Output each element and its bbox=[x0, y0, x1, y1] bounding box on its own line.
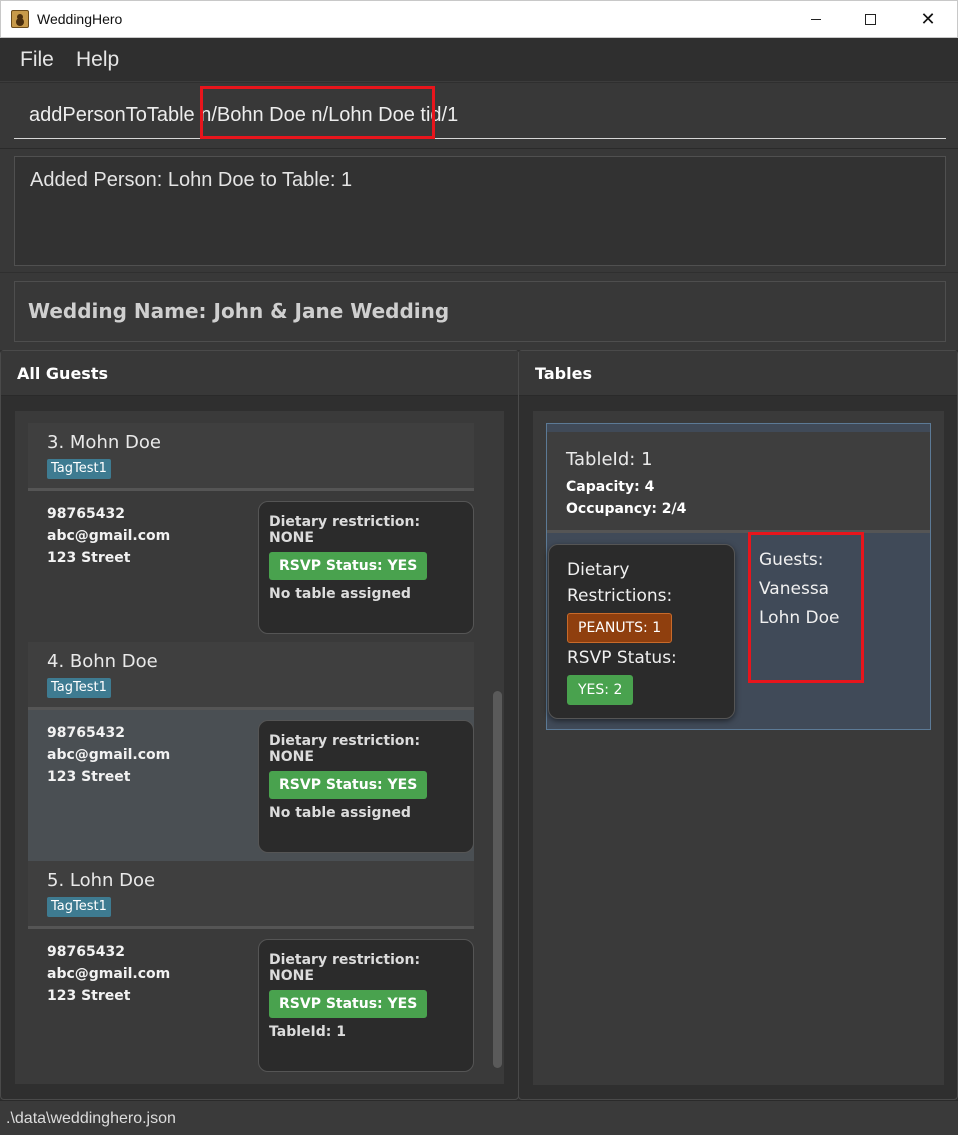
guest-contact: 98765432 abc@gmail.com 123 Street bbox=[47, 503, 170, 569]
guest-email: abc@gmail.com bbox=[47, 528, 171, 544]
wedding-name: Wedding Name: John & Jane Wedding bbox=[14, 281, 946, 342]
table-list[interactable]: TableId: 1 Capacity: 4 Occupancy: 2/4 Di… bbox=[533, 411, 944, 1085]
guest-card-body: 98765432 abc@gmail.com 123 Street Dietar… bbox=[28, 491, 474, 642]
guest-card-body: 98765432 abc@gmail.com 123 Street Dietar… bbox=[28, 710, 474, 861]
guest-phone: 98765432 bbox=[47, 944, 125, 960]
table-card-header: TableId: 1 Capacity: 4 Occupancy: 2/4 bbox=[547, 432, 930, 533]
menu-bar: File Help bbox=[0, 38, 958, 82]
table-card[interactable]: TableId: 1 Capacity: 4 Occupancy: 2/4 Di… bbox=[546, 423, 931, 730]
guest-card-body: 98765432 abc@gmail.com 123 Street Dietar… bbox=[28, 929, 474, 1080]
minimize-button[interactable] bbox=[793, 1, 839, 38]
guest-status-card: Dietary restriction: NONE RSVP Status: Y… bbox=[258, 720, 474, 853]
close-icon: ✕ bbox=[920, 9, 936, 30]
guest-tag: TagTest1 bbox=[47, 897, 111, 917]
command-input[interactable]: addPersonToTable n/Bohn Doe n/Lohn Doe t… bbox=[14, 95, 946, 139]
maximize-button[interactable] bbox=[847, 1, 893, 38]
guest-dietary: Dietary restriction: NONE bbox=[269, 952, 421, 984]
guest-email: abc@gmail.com bbox=[47, 747, 171, 763]
maximize-icon bbox=[864, 14, 876, 25]
close-button[interactable]: ✕ bbox=[905, 1, 951, 38]
guest-table-assignment: TableId: 1 bbox=[269, 1024, 346, 1040]
guest-card-header: 3. Mohn Doe TagTest1 bbox=[28, 423, 474, 491]
minimize-icon bbox=[811, 19, 821, 20]
table-summary-card: Dietary Restrictions: PEANUTS: 1 RSVP St… bbox=[548, 544, 735, 719]
result-display: Added Person: Lohn Doe to Table: 1 bbox=[14, 156, 946, 266]
table-occupancy: Occupancy: 2/4 bbox=[566, 501, 687, 517]
command-area: addPersonToTable n/Bohn Doe n/Lohn Doe t… bbox=[0, 83, 958, 149]
guest-tag: TagTest1 bbox=[47, 678, 111, 698]
tables-panel: Tables TableId: 1 Capacity: 4 Occupancy:… bbox=[518, 350, 958, 1100]
guest-address: 123 Street bbox=[47, 769, 131, 785]
guest-dietary: Dietary restriction: NONE bbox=[269, 733, 421, 765]
guest-contact: 98765432 abc@gmail.com 123 Street bbox=[47, 941, 170, 1007]
guest-card-header: 4. Bohn Doe TagTest1 bbox=[28, 642, 474, 710]
guests-panel-title: All Guests bbox=[1, 351, 518, 396]
title-bar: WeddingHero ✕ bbox=[0, 0, 958, 38]
guest-rsvp-badge: RSVP Status: YES bbox=[269, 990, 428, 1018]
guest-status-card: Dietary restriction: NONE RSVP Status: Y… bbox=[258, 501, 474, 634]
guests-panel: All Guests 3. Mohn Doe TagTest1 98765432… bbox=[0, 350, 519, 1100]
guest-address: 123 Street bbox=[47, 550, 131, 566]
guest-dietary: Dietary restriction: NONE bbox=[269, 514, 421, 546]
status-bar-path: .\data\weddinghero.json bbox=[0, 1100, 958, 1135]
guest-table-assignment: No table assigned bbox=[269, 586, 411, 602]
guest-contact: 98765432 abc@gmail.com 123 Street bbox=[47, 722, 170, 788]
guest-name: 5. Lohn Doe bbox=[47, 870, 156, 891]
guest-email: abc@gmail.com bbox=[47, 966, 171, 982]
guest-name: 3. Mohn Doe bbox=[47, 432, 161, 453]
table-capacity: Capacity: 4 bbox=[566, 479, 655, 495]
result-area: Added Person: Lohn Doe to Table: 1 bbox=[0, 149, 958, 272]
guest-card-header: 5. Lohn Doe TagTest1 bbox=[28, 861, 474, 929]
table-dietary-label: Dietary bbox=[567, 560, 630, 580]
guests-highlight-box bbox=[748, 532, 864, 683]
menu-file[interactable]: File bbox=[20, 48, 54, 72]
app-icon bbox=[11, 10, 29, 28]
guest-table-assignment: No table assigned bbox=[269, 805, 411, 821]
command-highlight-box bbox=[200, 86, 435, 139]
guest-tag: TagTest1 bbox=[47, 459, 111, 479]
menu-help[interactable]: Help bbox=[76, 48, 119, 72]
guest-phone: 98765432 bbox=[47, 725, 125, 741]
table-id: TableId: 1 bbox=[566, 449, 653, 470]
tables-panel-title: Tables bbox=[519, 351, 957, 396]
table-rsvp-label: RSVP Status: bbox=[567, 648, 677, 668]
guest-list-scrollbar[interactable] bbox=[493, 691, 502, 1068]
table-dietary-label-2: Restrictions: bbox=[567, 586, 673, 606]
guest-address: 123 Street bbox=[47, 988, 131, 1004]
guest-rsvp-badge: RSVP Status: YES bbox=[269, 552, 428, 580]
rsvp-count-badge: YES: 2 bbox=[567, 675, 634, 705]
wedding-area: Wedding Name: John & Jane Wedding bbox=[0, 273, 958, 350]
guest-name: 4. Bohn Doe bbox=[47, 651, 158, 672]
guest-list[interactable]: 3. Mohn Doe TagTest1 98765432 abc@gmail.… bbox=[15, 411, 504, 1084]
guest-phone: 98765432 bbox=[47, 506, 125, 522]
guest-rsvp-badge: RSVP Status: YES bbox=[269, 771, 428, 799]
guest-status-card: Dietary restriction: NONE RSVP Status: Y… bbox=[258, 939, 474, 1072]
window-title: WeddingHero bbox=[37, 11, 123, 27]
dietary-badge: PEANUTS: 1 bbox=[567, 613, 673, 643]
